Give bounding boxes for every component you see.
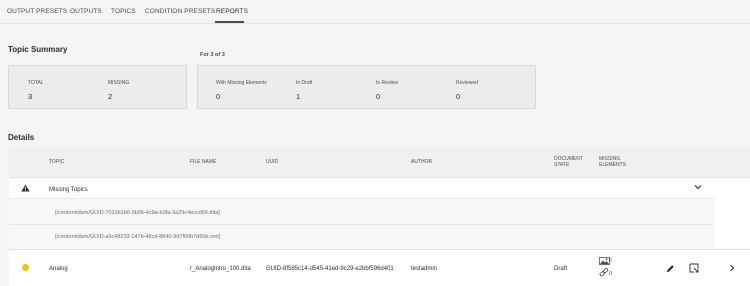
details-table: TOPIC FILE NAME UUID AUTHOR DOCUMENT STA… — [9, 147, 750, 286]
warning-icon — [21, 184, 30, 192]
tab-outputs[interactable]: OUTPUTS — [70, 8, 102, 15]
in-review-value: 0 — [376, 92, 381, 101]
missing-label: MISSING — [108, 80, 130, 86]
tab-bar: OUTPUT PRESETS OUTPUTS TOPICS CONDITION … — [0, 0, 750, 24]
open-preview-icon[interactable] — [689, 263, 699, 273]
details-title: Details — [8, 133, 35, 142]
link-icon — [599, 268, 609, 277]
edit-pencil-icon[interactable] — [666, 264, 675, 273]
with-missing-elements-label: With Missing Elements — [216, 80, 267, 86]
in-draft-value: 1 — [296, 92, 301, 101]
for-count-label: For 3 of 3 — [200, 52, 225, 58]
chevron-down-icon[interactable] — [694, 184, 702, 190]
missing-topics-label: Missing Topics — [49, 187, 88, 193]
total-value: 3 — [28, 92, 33, 101]
chevron-right-icon[interactable] — [729, 264, 735, 272]
col-document-state[interactable]: DOCUMENT STATE — [554, 156, 583, 168]
topic-summary-title: Topic Summary — [8, 45, 68, 54]
reviewed-value: 0 — [456, 92, 461, 101]
reviewed-label: Reviewed — [456, 80, 478, 86]
in-draft-label: In Draft — [296, 80, 313, 86]
tab-output-presets[interactable]: OUTPUT PRESETS — [7, 8, 67, 15]
status-summary-card: With Missing Elements 0 In Draft 1 In Re… — [197, 65, 536, 109]
with-missing-elements-value: 0 — [216, 92, 221, 101]
missing-topics-group-row[interactable]: Missing Topics — [9, 178, 714, 199]
missing-topic-path[interactable]: [/content/dam/GUID-7010b1b6-5b06-4c9a-b3… — [55, 210, 220, 216]
topic-summary-card: TOTAL 3 MISSING 2 — [8, 65, 187, 109]
in-review-label: In Review — [376, 80, 398, 86]
missing-topics-list: [/content/dam/GUID-7010b1b6-5b06-4c9a-b3… — [9, 199, 714, 249]
active-tab-indicator — [215, 21, 244, 23]
row-topic: Analog — [49, 266, 68, 272]
missing-topic-path[interactable]: [/content/dam/GUID-a5c48233-147b-48cd-88… — [55, 234, 220, 240]
total-label: TOTAL — [28, 80, 44, 86]
col-document-state-line2: STATE — [554, 162, 570, 168]
divider — [9, 224, 714, 225]
tab-reports[interactable]: REPORTS — [216, 8, 248, 15]
tab-topics[interactable]: TOPICS — [111, 8, 136, 15]
tab-condition-presets[interactable]: CONDITION PRESETS — [145, 8, 215, 15]
missing-value: 2 — [108, 92, 113, 101]
table-row[interactable]: Analog r_AnalogIntro_100.dita GUID-8f585… — [9, 249, 750, 286]
row-state: Draft — [554, 266, 568, 272]
table-header: TOPIC FILE NAME UUID AUTHOR DOCUMENT STA… — [9, 147, 750, 178]
missing-images-count: 0 — [609, 258, 612, 264]
col-author[interactable]: AUTHOR — [411, 159, 432, 165]
col-missing-elements[interactable]: MISSING ELEMENTS — [599, 156, 626, 168]
row-file-name: r_AnalogIntro_100.dita — [190, 266, 251, 272]
col-topic[interactable]: TOPIC — [49, 159, 64, 165]
draft-status-dot — [22, 264, 29, 271]
col-file-name[interactable]: FILE NAME — [190, 159, 216, 165]
missing-links-count: 0 — [609, 271, 612, 277]
missing-elements-indicator: 0 0 — [599, 257, 615, 279]
row-author: testadmin — [411, 266, 438, 272]
col-uuid[interactable]: UUID — [266, 159, 278, 165]
row-uuid: GUID-8f585c14-d545-41ed-9c29-e2bbf596d40… — [266, 266, 394, 272]
col-missing-elements-line2: ELEMENTS — [599, 162, 626, 168]
